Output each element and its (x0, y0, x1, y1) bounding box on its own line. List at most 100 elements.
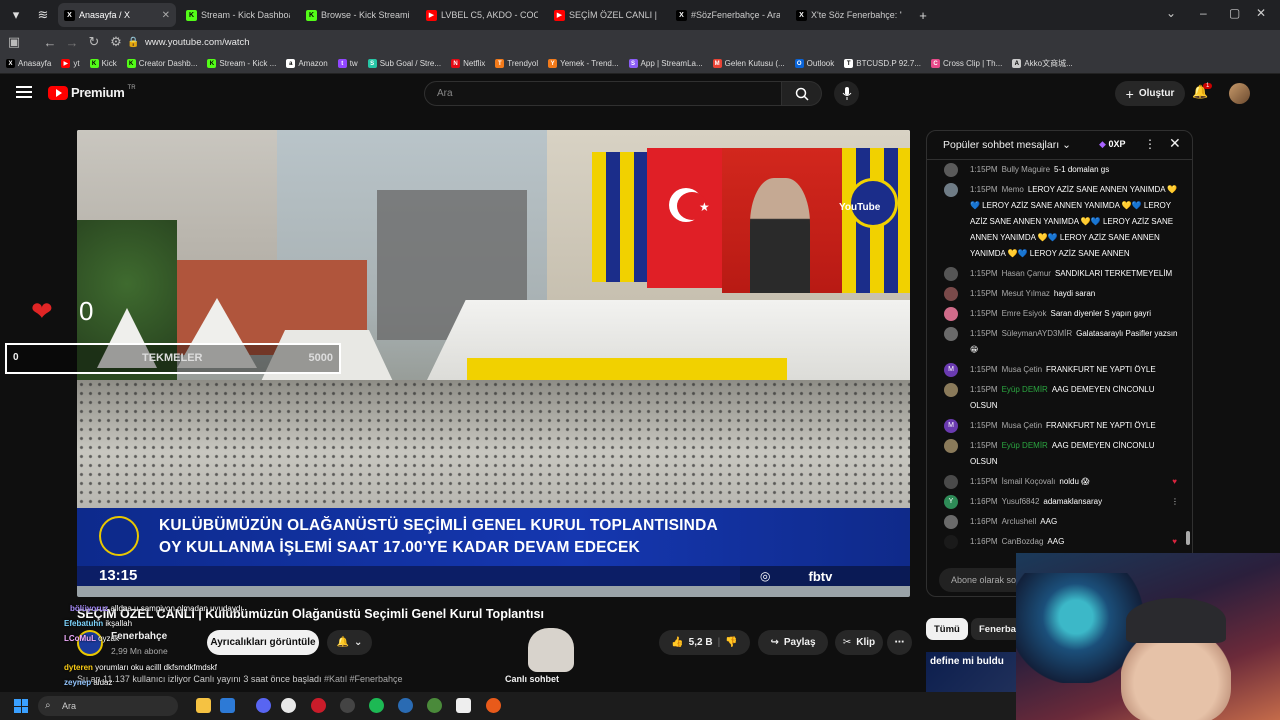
like-icon[interactable]: 👍 (671, 637, 683, 648)
chat-mode-selector[interactable]: Popüler sohbet mesajları ⌄ (943, 139, 1071, 151)
chat-author-name[interactable]: Memo (1002, 185, 1024, 194)
menu-icon[interactable] (16, 86, 32, 98)
chat-author-avatar[interactable]: Y (944, 495, 958, 509)
related-video-thumbnail[interactable]: define mi buldu (926, 652, 1016, 694)
chat-author-avatar[interactable] (944, 515, 958, 529)
bookmark-item[interactable]: K Creator Dashb... (126, 59, 197, 68)
chat-author-name[interactable]: Bully Maguire (1002, 165, 1050, 174)
reload-icon[interactable]: ↻ (83, 34, 105, 50)
browser-tab[interactable]: K Stream - Kick Dashboard (180, 3, 296, 27)
bookmark-item[interactable]: X Anasayfa (6, 59, 51, 68)
chat-author-avatar[interactable] (944, 439, 958, 453)
browser-tab[interactable]: ▶ LVBEL C5, AKDO - COOOK (420, 3, 544, 27)
account-avatar[interactable] (1229, 83, 1250, 104)
hashtags[interactable]: #Katıl #Fenerbahçe (324, 674, 403, 684)
youtube-premium-logo[interactable]: Premium TR (48, 85, 136, 100)
bookmark-item[interactable]: t tw (337, 59, 358, 68)
clip-button[interactable]: ✂ Klip (835, 630, 883, 655)
close-window-icon[interactable]: ✕ (1256, 6, 1266, 20)
chat-author-name[interactable]: Musa Çetin (1002, 421, 1042, 430)
subscribe-bell-button[interactable]: 🔔 ⌄ (327, 630, 372, 655)
chat-author-name[interactable]: İsmail Koçovalı (1002, 477, 1056, 486)
tab-group-icon[interactable]: ≋ (32, 4, 54, 26)
chat-author-avatar[interactable] (944, 183, 958, 197)
app-icon[interactable] (398, 698, 413, 713)
join-button[interactable]: Ayrıcalıkları görüntüle (207, 630, 319, 655)
file-explorer-icon[interactable] (196, 698, 211, 713)
chat-author-name[interactable]: Emre Esiyok (1002, 309, 1047, 318)
app-icon[interactable] (311, 698, 326, 713)
dislike-icon[interactable]: 👎 (725, 637, 737, 648)
site-info-icon[interactable]: ⚙ (105, 34, 127, 50)
bookmark-item[interactable]: Y Yemek - Trend... (548, 59, 619, 68)
chat-author-name[interactable]: CanBozdag (1002, 537, 1044, 546)
chat-scrollbar[interactable] (1186, 531, 1190, 545)
message-menu-icon[interactable]: ⋮ (1171, 494, 1179, 510)
bookmark-item[interactable]: T Trendyol (495, 59, 538, 68)
chat-author-name[interactable]: Mesut Yılmaz (1002, 289, 1050, 298)
bookmark-item[interactable]: K Stream - Kick ... (207, 59, 276, 68)
bookmark-item[interactable]: ▶ yt (61, 59, 80, 68)
close-tab-icon[interactable]: ✕ (162, 10, 170, 21)
bookmark-item[interactable]: M Gelen Kutusu (... (712, 59, 785, 68)
chat-author-name[interactable]: Eyüp DEMİR (1002, 441, 1048, 450)
discord-icon[interactable] (256, 698, 271, 713)
chat-author-name[interactable]: SüleymanAYD3MİR (1002, 329, 1073, 338)
chip-all[interactable]: Tümü (926, 618, 968, 640)
bookmark-item[interactable]: a Amazon (286, 59, 328, 68)
create-button[interactable]: + Oluştur (1115, 81, 1185, 106)
forward-icon[interactable]: → (61, 35, 83, 50)
chat-author-avatar[interactable] (944, 163, 958, 177)
back-icon[interactable]: ← (39, 35, 61, 50)
chat-author-avatar[interactable] (944, 267, 958, 281)
browser-tab[interactable]: X #SözFenerbahçe - Arama / (670, 3, 786, 27)
chat-author-avatar[interactable] (944, 327, 958, 341)
more-actions-button[interactable]: ⋯ (887, 630, 912, 655)
browser-tab[interactable]: X Anasayfa / X ✕ (58, 3, 176, 27)
voice-search-button[interactable] (834, 81, 859, 106)
browser-menu-icon[interactable]: ▾ (5, 4, 27, 26)
search-button[interactable] (782, 81, 822, 106)
browser-tab[interactable]: ▶ SEÇİM ÖZEL CANLI | Ku (548, 3, 666, 27)
browser-tab[interactable]: X X'te Söz Fenerbahçe: "Fene (790, 3, 908, 27)
chat-author-avatar[interactable]: M (944, 363, 958, 377)
sidebar-toggle-icon[interactable]: ▣ (3, 34, 25, 50)
chat-author-name[interactable]: Eyüp DEMİR (1002, 385, 1048, 394)
bookmark-item[interactable]: K Kick (89, 59, 117, 68)
chat-author-avatar[interactable] (944, 307, 958, 321)
chat-author-name[interactable]: Yusuf6842 (1002, 497, 1040, 506)
vivaldi-icon[interactable] (281, 698, 296, 713)
app-icon[interactable] (486, 698, 501, 713)
chat-author-avatar[interactable] (944, 535, 958, 549)
minimize-icon[interactable]: – (1200, 6, 1207, 20)
bookmark-item[interactable]: S App | StreamLa... (628, 59, 703, 68)
bookmark-item[interactable]: S Sub Goal / Stre... (367, 59, 441, 68)
bookmark-item[interactable]: C Cross Clip | Th... (931, 59, 1002, 68)
share-button[interactable]: ↪ Paylaş (758, 630, 828, 655)
store-icon[interactable] (220, 698, 235, 713)
windows-start-icon[interactable] (14, 699, 28, 713)
chat-author-avatar[interactable]: M (944, 419, 958, 433)
app-icon[interactable] (427, 698, 442, 713)
chat-author-avatar[interactable] (944, 383, 958, 397)
chat-author-name[interactable]: Musa Çetin (1002, 365, 1042, 374)
chat-options-icon[interactable]: ⋮ (1144, 137, 1156, 151)
like-count[interactable]: 5,2 B (689, 637, 713, 648)
maximize-icon[interactable]: ▢ (1229, 6, 1240, 20)
taskbar-search[interactable]: ⌕ Ara (38, 696, 178, 716)
tab-search-icon[interactable]: ⌄ (1166, 6, 1176, 20)
chat-author-name[interactable]: Hasan Çamur (1002, 269, 1051, 278)
xp-badge[interactable]: ◆ 0XP (1099, 139, 1125, 150)
spotify-icon[interactable] (369, 698, 384, 713)
browser-tab[interactable]: K Browse - Kick Streaming (300, 3, 416, 27)
search-input[interactable]: Ara (424, 81, 782, 106)
chat-author-avatar[interactable] (944, 475, 958, 489)
bookmark-item[interactable]: N Netflix (451, 59, 485, 68)
close-chat-icon[interactable]: ✕ (1169, 135, 1181, 152)
bookmark-item[interactable]: A Akko文商城... (1012, 58, 1073, 69)
bookmark-item[interactable]: O Outlook (794, 59, 834, 68)
chat-author-avatar[interactable] (944, 287, 958, 301)
new-tab-icon[interactable]: + (912, 4, 934, 26)
bookmark-item[interactable]: T BTCUSD.P 92.7... (844, 59, 921, 68)
app-icon[interactable] (456, 698, 471, 713)
